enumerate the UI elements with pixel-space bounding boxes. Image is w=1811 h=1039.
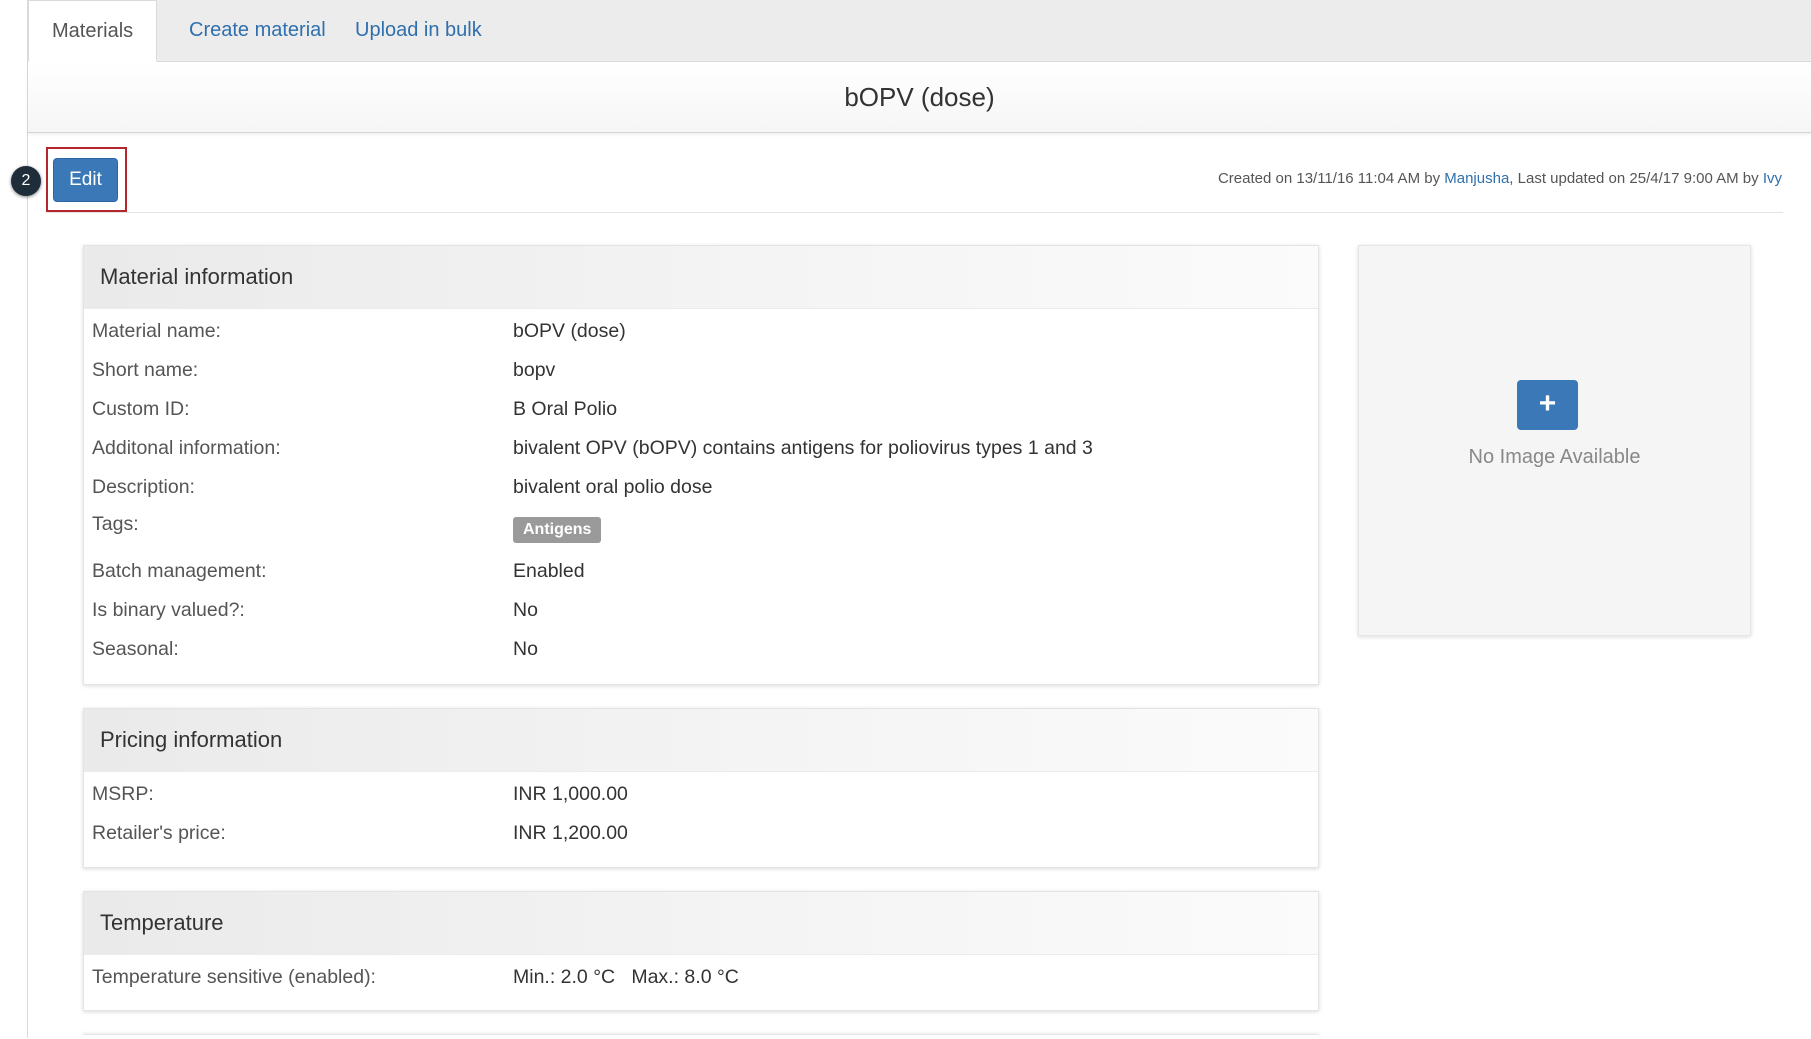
- field-value: Enabled: [513, 560, 585, 582]
- row-short-name: Short name: bopv: [84, 351, 1318, 390]
- created-by-link[interactable]: Manjusha: [1444, 170, 1509, 187]
- field-value: B Oral Polio: [513, 398, 618, 420]
- field-label: Material name:: [92, 320, 221, 342]
- no-image-text: No Image Available: [1468, 446, 1641, 468]
- field-value: bopv: [513, 359, 556, 381]
- field-label: Batch management:: [92, 560, 267, 582]
- field-value: bivalent oral polio dose: [513, 476, 713, 498]
- field-label: Temperature sensitive (enabled):: [92, 966, 376, 988]
- updated-by-link[interactable]: Ivy: [1763, 170, 1782, 187]
- created-text: Created on 13/11/16 11:04 AM by: [1217, 170, 1445, 187]
- step-badge: 2: [11, 166, 41, 196]
- field-label: MSRP:: [92, 783, 154, 805]
- divider: [47, 212, 1783, 213]
- tag-badge[interactable]: Antigens: [513, 517, 602, 543]
- field-label: Short name:: [92, 359, 199, 381]
- audit-info: Created on 13/11/16 11:04 AM by Manjusha…: [1218, 170, 1782, 187]
- row-msrp: MSRP: INR 1,000.00: [84, 775, 1318, 814]
- field-value: No: [513, 599, 538, 621]
- row-batch-management: Batch management: Enabled: [84, 552, 1318, 591]
- material-info-panel: Material information Material name: bOPV…: [83, 245, 1319, 685]
- tab-upload-in-bulk[interactable]: Upload in bulk: [332, 0, 505, 61]
- edit-button[interactable]: Edit: [53, 158, 118, 202]
- field-value: bivalent OPV (bOPV) contains antigens fo…: [513, 437, 1093, 459]
- temperature-panel: Temperature Temperature sensitive (enabl…: [83, 891, 1319, 1011]
- pricing-info-panel: Pricing information MSRP: INR 1,000.00 R…: [83, 708, 1319, 868]
- pricing-info-heading: Pricing information: [84, 709, 1318, 772]
- page-title: bOPV (dose): [28, 62, 1811, 133]
- field-label: Tags:: [92, 513, 139, 535]
- row-custom-id: Custom ID: B Oral Polio: [84, 390, 1318, 429]
- field-label: Custom ID:: [92, 398, 190, 420]
- row-additional-info: Additonal information: bivalent OPV (bOP…: [84, 429, 1318, 468]
- tab-materials[interactable]: Materials: [28, 0, 158, 62]
- row-binary-valued: Is binary valued?: No: [84, 591, 1318, 630]
- field-label: Retailer's price:: [92, 822, 226, 844]
- field-value: No: [513, 638, 538, 660]
- tab-create-material[interactable]: Create material: [166, 0, 349, 61]
- row-material-name: Material name: bOPV (dose): [84, 312, 1318, 351]
- row-seasonal: Seasonal: No: [84, 630, 1318, 669]
- updated-text: , Last updated on 25/4/17 9:00 AM by: [1509, 170, 1763, 187]
- row-retailer-price: Retailer's price: INR 1,200.00: [84, 814, 1318, 853]
- left-border: [27, 0, 28, 1038]
- field-label: Is binary valued?:: [92, 599, 245, 621]
- row-temperature-sensitive: Temperature sensitive (enabled): Min.: 2…: [84, 958, 1318, 997]
- field-value: INR 1,000.00: [513, 783, 628, 805]
- material-info-heading: Material information: [84, 246, 1318, 309]
- plus-icon: +: [1538, 387, 1557, 420]
- field-label: Seasonal:: [92, 638, 179, 660]
- tab-bar: Materials Create material Upload in bulk: [28, 0, 1811, 62]
- field-value: INR 1,200.00: [513, 822, 628, 844]
- image-panel: + No Image Available: [1358, 245, 1751, 636]
- row-tags: Tags: Antigens: [84, 507, 1318, 552]
- field-label: Description:: [92, 476, 195, 498]
- field-value: Min.: 2.0 °C Max.: 8.0 °C: [513, 966, 739, 988]
- field-value: bOPV (dose): [513, 320, 626, 342]
- next-panel-edge: [83, 1034, 1319, 1039]
- field-label: Additonal information:: [92, 437, 281, 459]
- row-description: Description: bivalent oral polio dose: [84, 468, 1318, 507]
- temperature-heading: Temperature: [84, 892, 1318, 955]
- add-image-button[interactable]: +: [1517, 380, 1578, 430]
